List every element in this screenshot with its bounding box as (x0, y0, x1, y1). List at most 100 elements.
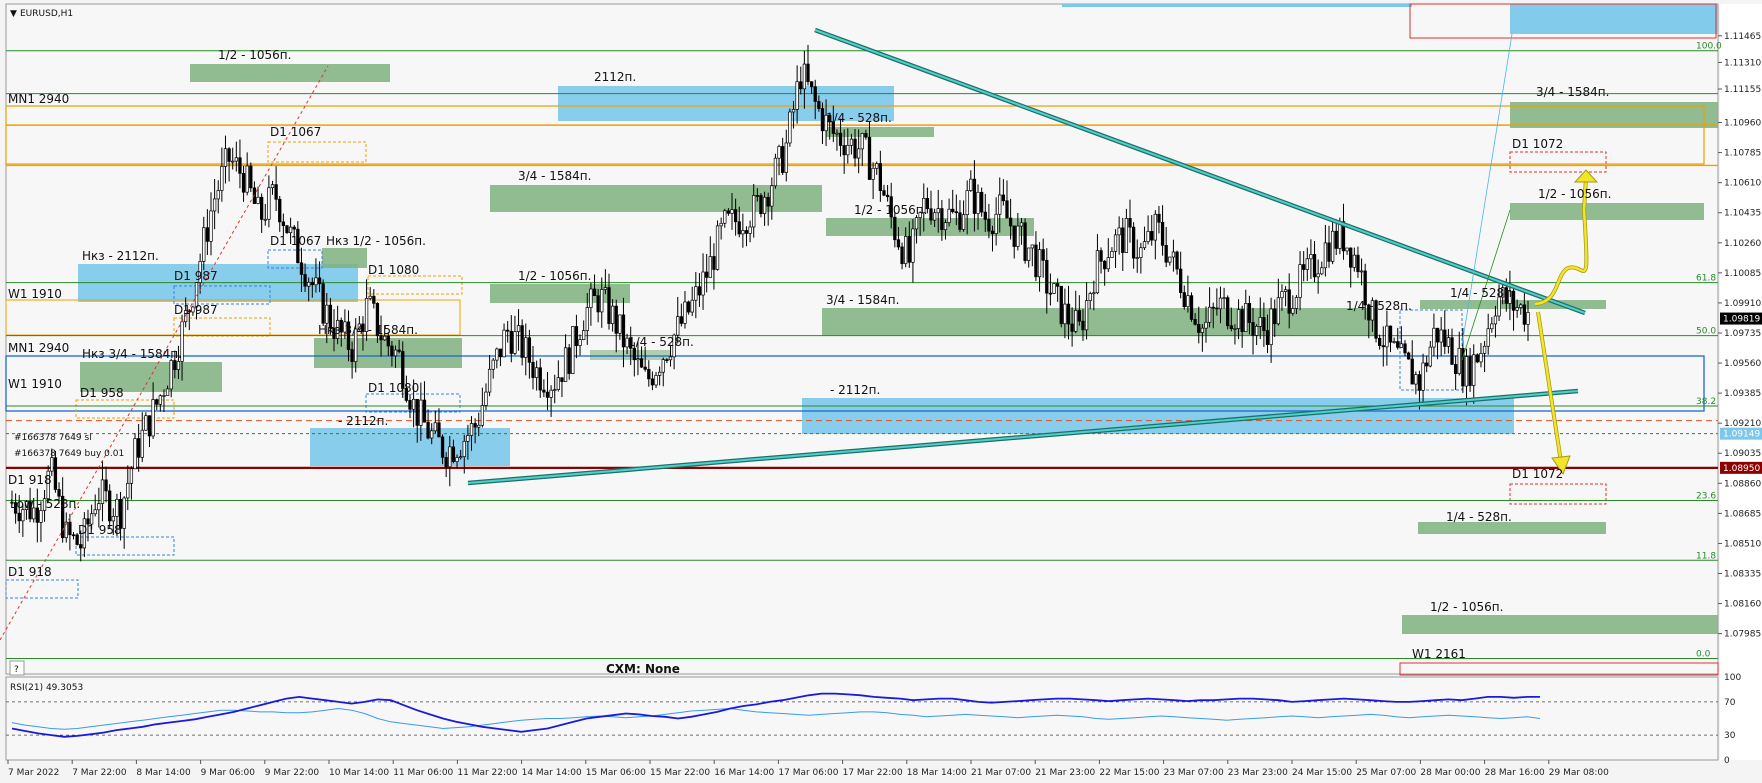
candle-body (777, 146, 781, 159)
candle-body (256, 196, 260, 204)
candle-body (896, 239, 901, 248)
candle-body (882, 190, 886, 196)
annotation-label: MN1 2940 (8, 341, 69, 355)
candle-body (976, 191, 980, 214)
candle-body (140, 429, 144, 458)
candle-body (1121, 227, 1125, 253)
time-tick-label: 8 Mar 14:00 (136, 768, 191, 778)
time-tick-label: 21 Mar 07:00 (971, 768, 1031, 778)
candle-body (524, 337, 528, 358)
trading-terminal-chart: ▼ EURUSD,H1 100.0 61.8 50.0 38.2 23.6 11… (0, 0, 1762, 783)
candle-body (856, 148, 861, 159)
candle-body (1226, 297, 1230, 327)
candle-body (795, 81, 799, 110)
candle-body (144, 415, 148, 431)
candle-body (498, 348, 503, 358)
fib-level-label: 0.0 (1696, 650, 1711, 660)
candle-body (317, 277, 322, 285)
candle-body (1526, 312, 1530, 325)
candle-body (50, 457, 54, 472)
candle-body (654, 375, 658, 386)
candle-body (1435, 327, 1440, 343)
price-axis (1720, 4, 1762, 760)
candle-body (1410, 358, 1414, 385)
candle-body (1066, 303, 1071, 325)
candle-body (93, 509, 97, 515)
candle-body (871, 167, 875, 180)
candle-body (267, 187, 271, 220)
candle-body (621, 314, 626, 348)
candle-body (415, 398, 419, 426)
blue-strip (1062, 4, 1412, 7)
annotation-label: 1/4 - 528п. (1450, 286, 1516, 300)
candle-body (802, 63, 807, 90)
candle-body (578, 339, 582, 346)
price-tag-label: 1.09149 (1723, 430, 1760, 440)
candle-body (1139, 247, 1143, 258)
price-tick-label: 1.09560 (1724, 359, 1761, 369)
candle-body (589, 288, 593, 308)
candle-body (860, 133, 864, 150)
candle-body (1283, 289, 1288, 292)
candle-body (585, 307, 589, 331)
annotation-label: W1 1910 (8, 377, 62, 391)
price-axis-ticks: 1.11465 1.11310 1.11155 1.10960 1.10785 1.106… (1718, 32, 1761, 640)
candle-body (495, 348, 499, 361)
candle-body (1464, 356, 1469, 387)
candle-body (1106, 257, 1110, 270)
window-title-arrow[interactable]: ▼ (10, 9, 17, 19)
annotation-label: 1/4 - 528п. (628, 335, 694, 349)
candle-body (162, 395, 166, 397)
candle-body (639, 358, 644, 368)
time-tick-label: 15 Mar 06:00 (586, 768, 646, 778)
candle-body (864, 133, 868, 138)
candle-body (220, 166, 224, 191)
candle-body (618, 314, 622, 334)
candle-body (907, 236, 911, 263)
candle-body (274, 184, 278, 200)
candle-body (372, 295, 376, 304)
candle-body (958, 212, 962, 230)
candle-body (705, 271, 709, 278)
annotation-label: 3/4 - 1584п. (518, 169, 591, 183)
time-tick-label: 14 Mar 14:00 (522, 768, 582, 778)
rsi-tick-label: 70 (1724, 698, 1736, 708)
annotation-label: D1 918 (8, 565, 52, 579)
candle-body (759, 195, 763, 215)
price-tick-label: 1.10435 (1724, 209, 1761, 219)
annotation-label: 3/4 - 1584п. (1536, 85, 1609, 99)
candle-body (260, 196, 264, 220)
annotation-label: 2112п. (594, 70, 636, 84)
price-tick-label: 1.10785 (1724, 149, 1761, 159)
rsi-panel[interactable] (5, 676, 1719, 761)
price-tick-label: 1.09035 (1724, 449, 1761, 459)
candle-body (1048, 292, 1053, 295)
candle-body (1200, 327, 1205, 333)
candle-body (1207, 306, 1212, 323)
candle-body (1092, 292, 1096, 295)
candle-body (1041, 249, 1045, 261)
candle-body (1160, 221, 1165, 246)
price-tag-label: 1.09819 (1723, 315, 1760, 325)
candle-body (1016, 225, 1020, 247)
candle-body (748, 226, 752, 234)
price-tick-label: 1.09910 (1724, 299, 1761, 309)
candle-body (1084, 300, 1089, 331)
candle-body (227, 148, 231, 162)
candle-body (1298, 264, 1302, 298)
candle-body (151, 399, 155, 437)
fib-level-label: 23.6 (1696, 491, 1716, 501)
candle-body (1110, 251, 1114, 258)
candle-body (1258, 317, 1262, 327)
candle-body (1131, 226, 1136, 259)
candle-body (1008, 217, 1013, 227)
time-tick-label: 23 Mar 07:00 (1164, 768, 1224, 778)
candle-body (97, 503, 101, 511)
chart-canvas[interactable]: ▼ EURUSD,H1 100.061.850.038.223.611.80.0… (0, 0, 1762, 783)
candle-body (1312, 254, 1317, 278)
annotation-label: 3/4 - 1584п. (826, 293, 899, 307)
candle-body (155, 399, 159, 405)
candle-body (1486, 328, 1490, 347)
candle-body (422, 399, 427, 423)
price-tick-label: 1.08160 (1724, 600, 1761, 610)
